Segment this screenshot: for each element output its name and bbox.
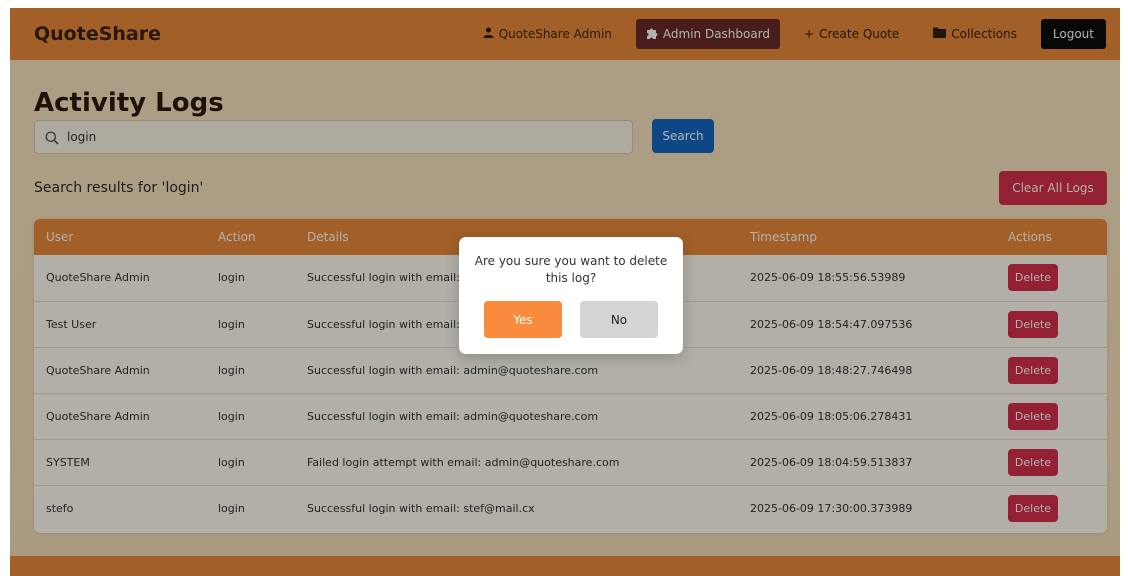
confirm-delete-dialog: Are you sure you want to delete this log…	[459, 237, 683, 354]
confirm-no-button[interactable]: No	[580, 301, 658, 338]
dialog-message: Are you sure you want to delete this log…	[474, 254, 668, 285]
dialog-buttons: Yes No	[459, 301, 683, 338]
confirm-yes-button[interactable]: Yes	[484, 301, 562, 338]
page: QuoteShare QuoteShare Admin Admin Dashbo…	[10, 8, 1120, 576]
